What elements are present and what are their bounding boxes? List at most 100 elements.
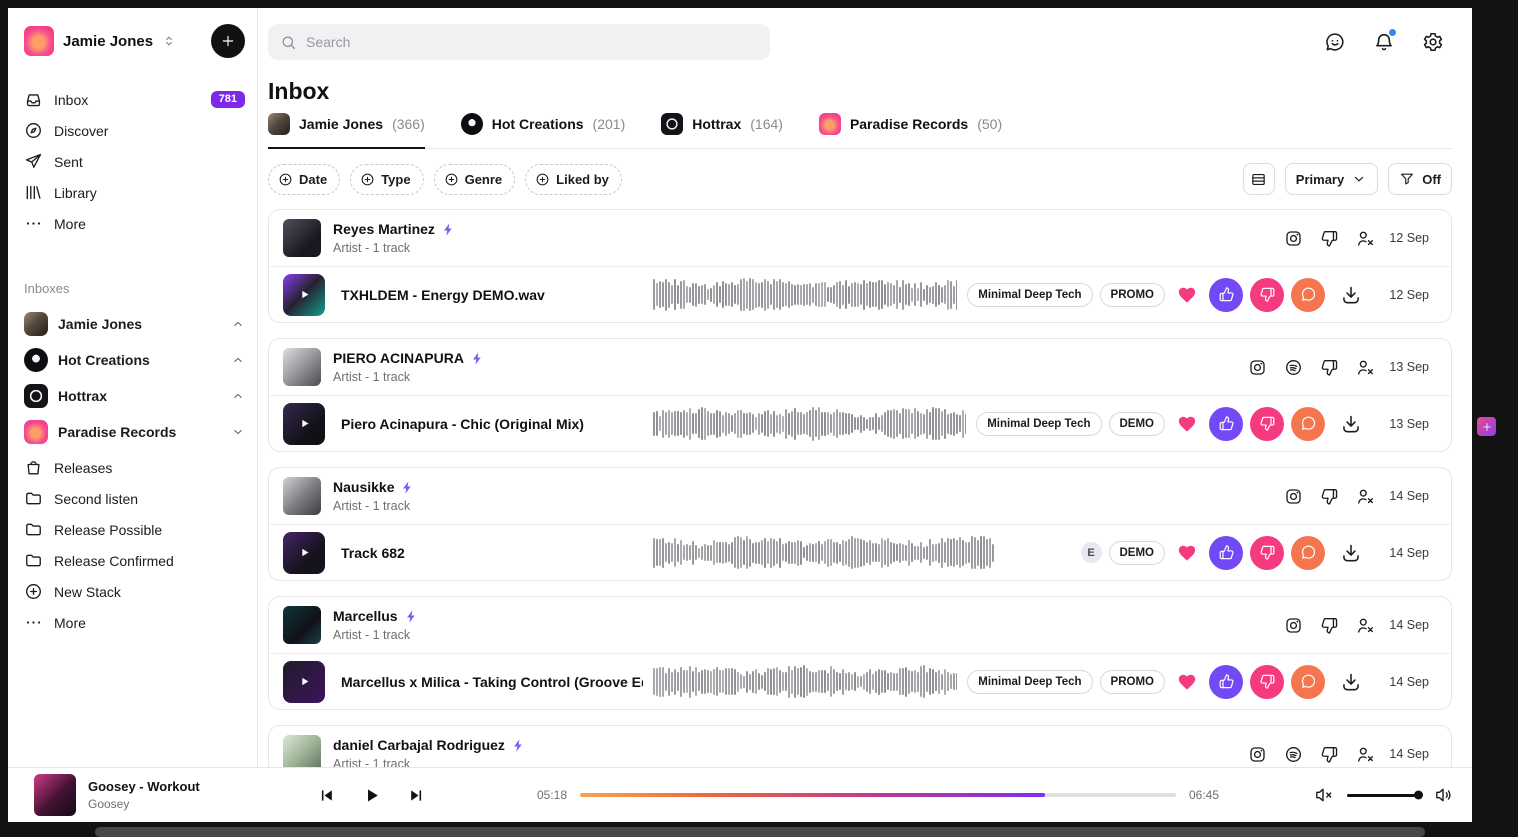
remove-user-icon[interactable] (1356, 616, 1375, 635)
remove-user-icon[interactable] (1356, 358, 1375, 377)
sidebar-folder-release-possible[interactable]: Release Possible (24, 514, 245, 545)
spotify-icon[interactable] (1284, 358, 1303, 377)
download-icon[interactable] (1340, 413, 1362, 435)
instagram-icon[interactable] (1284, 616, 1303, 635)
thumbs-down-icon[interactable] (1320, 229, 1339, 248)
sidebar-inbox-paradise-records[interactable]: Paradise Records (24, 414, 245, 450)
layout-toggle-button[interactable] (1243, 163, 1275, 195)
waveform-bar (677, 411, 679, 436)
floating-add-button[interactable] (1477, 417, 1496, 436)
comment-button[interactable] (1291, 536, 1325, 570)
sidebar-folder-new-stack[interactable]: New Stack (24, 576, 245, 607)
inbox-tab-hot-creations[interactable]: Hot Creations (201) (461, 113, 625, 149)
play-button[interactable] (361, 785, 382, 806)
volume-slider[interactable] (1347, 794, 1421, 797)
thumbs-down-icon[interactable] (1320, 745, 1339, 764)
next-track-button[interactable] (408, 787, 425, 804)
notifications-bell-button[interactable] (1373, 31, 1395, 53)
mute-button[interactable] (1314, 785, 1334, 805)
thumbs-up-button[interactable] (1209, 407, 1243, 441)
thumbs-down-icon[interactable] (1320, 616, 1339, 635)
play-track-button[interactable] (283, 532, 325, 574)
thumbs-up-button[interactable] (1209, 536, 1243, 570)
instagram-icon[interactable] (1284, 487, 1303, 506)
sort-dropdown[interactable]: Primary (1285, 163, 1378, 195)
sidebar-folder-release-confirmed[interactable]: Release Confirmed (24, 545, 245, 576)
sidebar-item-sent[interactable]: Sent (24, 146, 245, 177)
play-track-button[interactable] (283, 403, 325, 445)
instagram-icon[interactable] (1248, 358, 1267, 377)
waveform-bar (920, 542, 922, 563)
sidebar-folder-more[interactable]: More (24, 607, 245, 638)
artist-row[interactable]: Marcellus Artist - 1 track 14 Sep (269, 597, 1451, 654)
artist-row[interactable]: PIERO ACINAPURA Artist - 1 track 13 Sep (269, 339, 1451, 396)
waveform-bar (878, 669, 880, 695)
play-track-button[interactable] (283, 274, 325, 316)
filter-toggle-button[interactable]: Off (1388, 163, 1452, 195)
thumbs-up-button[interactable] (1209, 278, 1243, 312)
sidebar-item-inbox[interactable]: Inbox 781 (24, 84, 245, 115)
track-waveform[interactable] (653, 533, 1005, 573)
play-track-button[interactable] (283, 661, 325, 703)
remove-user-icon[interactable] (1356, 745, 1375, 764)
chevron-up-icon[interactable] (231, 353, 245, 367)
comment-button[interactable] (1291, 278, 1325, 312)
thumbs-down-button[interactable] (1250, 536, 1284, 570)
artist-row[interactable]: Reyes Martinez Artist - 1 track 12 Sep (269, 210, 1451, 267)
support-chat-icon[interactable] (1324, 31, 1346, 53)
search-input[interactable] (306, 34, 758, 50)
inbox-tab-jamie-jones[interactable]: Jamie Jones (366) (268, 113, 425, 149)
filter-pill-liked-by[interactable]: Liked by (525, 164, 622, 195)
track-waveform[interactable] (653, 404, 966, 444)
sidebar-item-more[interactable]: More (24, 208, 245, 239)
thumbs-up-button[interactable] (1209, 665, 1243, 699)
sidebar-item-discover[interactable]: Discover (24, 115, 245, 146)
sidebar-inbox-hottrax[interactable]: Hottrax (24, 378, 245, 414)
chevron-up-icon[interactable] (231, 389, 245, 403)
settings-gear-icon[interactable] (1422, 31, 1444, 53)
remove-user-icon[interactable] (1356, 229, 1375, 248)
spotify-icon[interactable] (1284, 745, 1303, 764)
chevron-up-icon[interactable] (231, 317, 245, 331)
liked-heart-icon[interactable] (1177, 414, 1197, 434)
artist-row[interactable]: daniel Carbajal Rodriguez Artist - 1 tra… (269, 726, 1451, 767)
thumbs-down-button[interactable] (1250, 407, 1284, 441)
instagram-icon[interactable] (1284, 229, 1303, 248)
seek-bar[interactable] (580, 793, 1176, 797)
filter-pill-type[interactable]: Type (350, 164, 423, 195)
sidebar-folder-releases[interactable]: Releases (24, 452, 245, 483)
track-waveform[interactable] (653, 275, 957, 315)
comment-button[interactable] (1291, 665, 1325, 699)
chevron-down-icon[interactable] (231, 425, 245, 439)
artist-row[interactable]: Nausikke Artist - 1 track 14 Sep (269, 468, 1451, 525)
waveform-bar (746, 671, 748, 693)
sidebar-item-library[interactable]: Library (24, 177, 245, 208)
thumbs-down-icon[interactable] (1320, 487, 1339, 506)
liked-heart-icon[interactable] (1177, 285, 1197, 305)
waveform-bar (791, 284, 793, 306)
comment-button[interactable] (1291, 407, 1325, 441)
liked-heart-icon[interactable] (1177, 543, 1197, 563)
sidebar-inbox-jamie-jones[interactable]: Jamie Jones (24, 306, 245, 342)
workspace-switcher[interactable]: Jamie Jones (24, 24, 245, 58)
thumbs-down-icon[interactable] (1320, 358, 1339, 377)
search-bar[interactable] (268, 24, 770, 60)
download-icon[interactable] (1340, 542, 1362, 564)
volume-handle[interactable] (1414, 791, 1423, 800)
liked-heart-icon[interactable] (1177, 672, 1197, 692)
sidebar-inbox-hot-creations[interactable]: Hot Creations (24, 342, 245, 378)
inbox-tab-paradise-records[interactable]: Paradise Records (50) (819, 113, 1002, 149)
track-waveform[interactable] (653, 662, 957, 702)
filter-pill-date[interactable]: Date (268, 164, 340, 195)
create-button[interactable] (211, 24, 245, 58)
instagram-icon[interactable] (1248, 745, 1267, 764)
inbox-tab-hottrax[interactable]: Hottrax (164) (661, 113, 783, 149)
sidebar-folder-second-listen[interactable]: Second listen (24, 483, 245, 514)
thumbs-down-button[interactable] (1250, 278, 1284, 312)
download-icon[interactable] (1340, 671, 1362, 693)
thumbs-down-button[interactable] (1250, 665, 1284, 699)
filter-pill-genre[interactable]: Genre (434, 164, 516, 195)
download-icon[interactable] (1340, 284, 1362, 306)
previous-track-button[interactable] (318, 787, 335, 804)
remove-user-icon[interactable] (1356, 487, 1375, 506)
